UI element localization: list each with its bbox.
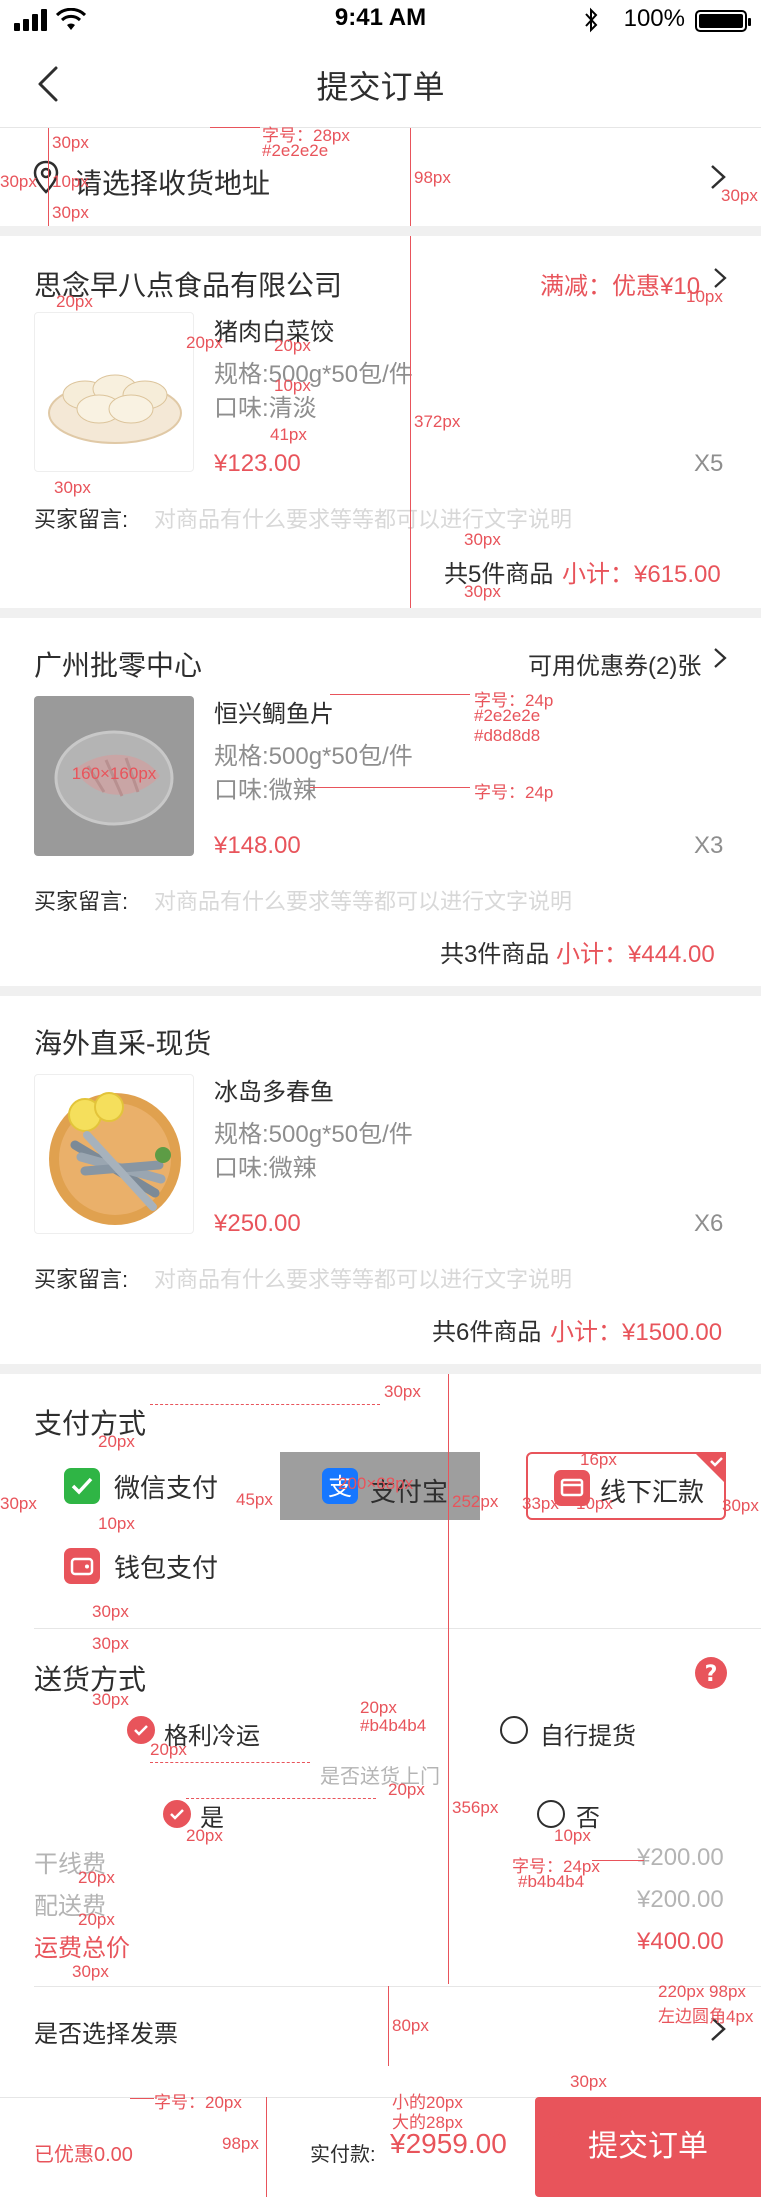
note-input[interactable]: 对商品有什么要求等等都可以进行文字说明: [154, 502, 572, 534]
image-size-label: 160×160px: [71, 764, 157, 783]
store-card-2: 广州批零中心 可用优惠券(2)张 160×160px 恒兴鲷鱼片 规格:500g…: [0, 618, 761, 986]
radio-cold-chain[interactable]: [127, 1716, 155, 1744]
product-qty: X6: [694, 1210, 724, 1237]
address-row[interactable]: 请选择收货地址: [0, 128, 761, 226]
status-bar: 9:41 AM 100%: [0, 0, 761, 40]
product-price: ¥250.00: [214, 1210, 301, 1237]
submit-order-button[interactable]: 提交订单: [535, 2097, 761, 2197]
chevron-right-icon: [711, 165, 726, 189]
product-qty: X3: [694, 832, 724, 859]
item-count: 共5件商品: [444, 561, 554, 588]
door-delivery-question: 是否送货上门: [320, 1766, 440, 1788]
product-spec: 规格:500g*50包/件: [214, 1121, 413, 1148]
fee-value: ¥400.00: [637, 1928, 724, 1955]
order-page: 9:41 AM 100% 提交订单 请选择收货地址 思念早八点食品有限公司 满减…: [0, 0, 761, 2197]
nav-bar: 提交订单: [0, 40, 761, 128]
pay-amount: ¥2959.00: [390, 2128, 507, 2159]
fee-label: 运费总价: [34, 1935, 130, 1962]
chevron-right-icon: [714, 648, 727, 668]
product-price: ¥123.00: [214, 450, 301, 477]
fee-value: ¥200.00: [637, 1886, 724, 1913]
note-input[interactable]: 对商品有什么要求等等都可以进行文字说明: [154, 884, 572, 916]
radio-no[interactable]: [537, 1800, 565, 1828]
option-self-pickup[interactable]: 自行提货: [540, 1716, 636, 1751]
chevron-right-icon[interactable]: [707, 2016, 729, 2042]
overlay-size-label: 200×68px: [338, 1474, 414, 1493]
note-label: 买家留言:: [34, 889, 129, 914]
product-image: [34, 1074, 194, 1234]
location-pin-icon: [33, 160, 59, 194]
item-count: 共3件商品: [440, 941, 550, 968]
invoice-label[interactable]: 是否选择发票: [34, 2014, 178, 2049]
note-label: 买家留言:: [34, 507, 129, 532]
store-name: 思念早八点食品有限公司: [34, 270, 343, 301]
discount-text: 已优惠0.00: [34, 2144, 133, 2166]
store-promo[interactable]: 满减：优惠¥10: [540, 266, 700, 301]
fee-label: 配送费: [34, 1893, 106, 1920]
page-title: 提交订单: [316, 69, 445, 105]
product-name: 猪肉白菜饺: [214, 319, 334, 346]
pay-option-label: 微信支付: [114, 1472, 219, 1503]
wallet-icon: [64, 1548, 100, 1584]
product-name: 恒兴鲷鱼片: [214, 701, 334, 728]
product-price: ¥148.00: [214, 832, 301, 859]
item-count: 共6件商品: [432, 1319, 542, 1346]
product-name: 冰岛多春鱼: [214, 1079, 334, 1106]
pay-option-label: 钱包支付: [114, 1552, 219, 1583]
battery-icon: [695, 10, 751, 32]
wechat-icon: [64, 1468, 100, 1504]
dumpling-image: [48, 374, 182, 444]
option-cold-chain[interactable]: 格利冷运: [164, 1716, 260, 1751]
fee-value: ¥200.00: [637, 1844, 724, 1871]
svg-text:?: ?: [705, 1662, 718, 1687]
checkout-options: 支付方式 微信支付 支 支付宝 200×68px 线下汇款 钱包支付 送货方式 …: [0, 1374, 761, 2097]
radio-self-pickup[interactable]: [500, 1716, 528, 1744]
payment-title: 支付方式: [34, 1408, 147, 1439]
note-input[interactable]: 对商品有什么要求等等都可以进行文字说明: [154, 1262, 572, 1294]
option-yes[interactable]: 是: [200, 1798, 224, 1833]
delivery-title: 送货方式: [34, 1664, 147, 1695]
help-icon[interactable]: ?: [694, 1656, 728, 1690]
store-name: 海外直采-现货: [34, 1028, 212, 1059]
pay-option-label: 线下汇款: [600, 1477, 705, 1507]
address-placeholder: 请选择收货地址: [74, 168, 271, 199]
fee-label: 干线费: [34, 1851, 106, 1878]
coupon-link[interactable]: 可用优惠券(2)张: [528, 646, 701, 681]
store-card-1: 思念早八点食品有限公司 满减：优惠¥10 猪肉白菜饺 规格:500g*50包/件…: [0, 236, 761, 608]
product-flavor: 口味:微辣: [214, 1155, 317, 1182]
subtotal: 小计：¥615.00: [562, 561, 721, 588]
option-no[interactable]: 否: [576, 1798, 600, 1833]
product-flavor: 口味:清淡: [214, 395, 317, 422]
note-label: 买家留言:: [34, 1267, 129, 1292]
selected-corner-check-icon: [694, 1452, 726, 1484]
subtotal: 小计：¥1500.00: [550, 1319, 723, 1346]
bank-card-icon: [554, 1470, 590, 1506]
product-image: 160×160px: [34, 696, 194, 856]
pay-option-wechat[interactable]: 微信支付: [64, 1452, 218, 1520]
pay-option-wallet[interactable]: 钱包支付: [64, 1532, 218, 1600]
capelin-image: [49, 1092, 181, 1225]
product-flavor: 口味:微辣: [214, 777, 317, 804]
store-name: 广州批零中心: [34, 650, 203, 681]
product-spec: 规格:500g*50包/件: [214, 361, 413, 388]
bluetooth-icon: [585, 7, 598, 33]
battery-percent: 100%: [623, 5, 685, 32]
chevron-right-icon: [714, 268, 727, 288]
divider: [34, 1628, 761, 1629]
product-image: [34, 312, 194, 472]
store-card-3: 海外直采-现货 冰岛多春鱼 规格:500g*50包/件 口味:微辣 ¥250.0…: [0, 996, 761, 1364]
divider: [34, 1986, 761, 1987]
pay-option-alipay[interactable]: 支 支付宝 200×68px: [280, 1452, 480, 1520]
product-qty: X5: [694, 450, 724, 477]
pay-label: 实付款:: [310, 2144, 376, 2166]
radio-yes[interactable]: [163, 1800, 191, 1828]
product-spec: 规格:500g*50包/件: [214, 743, 413, 770]
pay-option-offline[interactable]: 线下汇款: [526, 1452, 726, 1520]
subtotal: 小计：¥444.00: [556, 941, 715, 968]
